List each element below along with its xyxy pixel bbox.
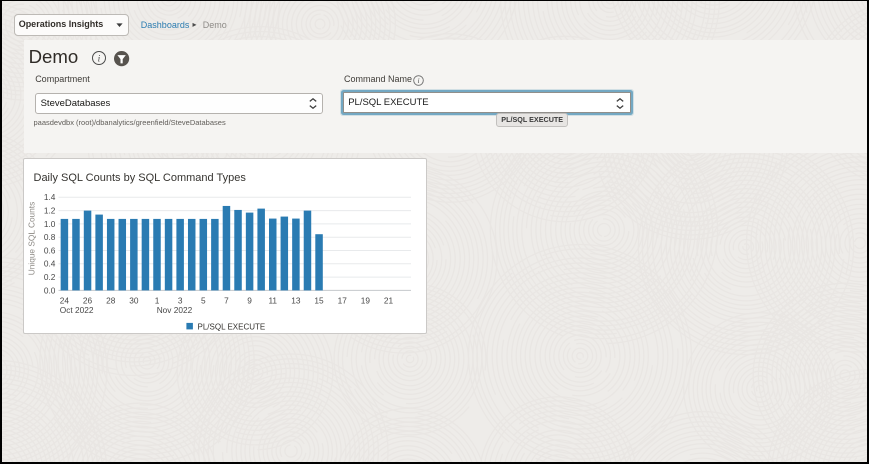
svg-text:0.6: 0.6	[44, 245, 56, 255]
svg-text:Nov 2022: Nov 2022	[157, 305, 193, 315]
svg-text:7: 7	[224, 295, 229, 305]
svg-text:i: i	[98, 54, 101, 64]
svg-text:i: i	[417, 76, 419, 85]
svg-text:15: 15	[314, 295, 324, 305]
svg-text:0.4: 0.4	[44, 259, 56, 269]
svg-text:PL/SQL EXECUTE: PL/SQL EXECUTE	[198, 323, 266, 332]
svg-text:1.4: 1.4	[44, 192, 56, 202]
svg-text:Unique SQL Counts: Unique SQL Counts	[27, 202, 37, 276]
svg-text:9: 9	[247, 295, 252, 305]
svg-text:21: 21	[384, 295, 394, 305]
svg-text:0.2: 0.2	[44, 272, 56, 282]
svg-text:0.0: 0.0	[44, 285, 56, 295]
svg-text:17: 17	[338, 295, 348, 305]
svg-text:Oct 2022: Oct 2022	[60, 305, 94, 315]
svg-text:13: 13	[291, 295, 301, 305]
svg-text:0.8: 0.8	[44, 232, 56, 242]
svg-text:30: 30	[129, 295, 139, 305]
svg-text:28: 28	[106, 295, 116, 305]
svg-text:5: 5	[201, 295, 206, 305]
svg-text:11: 11	[268, 295, 277, 305]
svg-text:19: 19	[361, 295, 371, 305]
svg-text:1.0: 1.0	[44, 219, 56, 229]
svg-text:1.2: 1.2	[44, 206, 56, 216]
